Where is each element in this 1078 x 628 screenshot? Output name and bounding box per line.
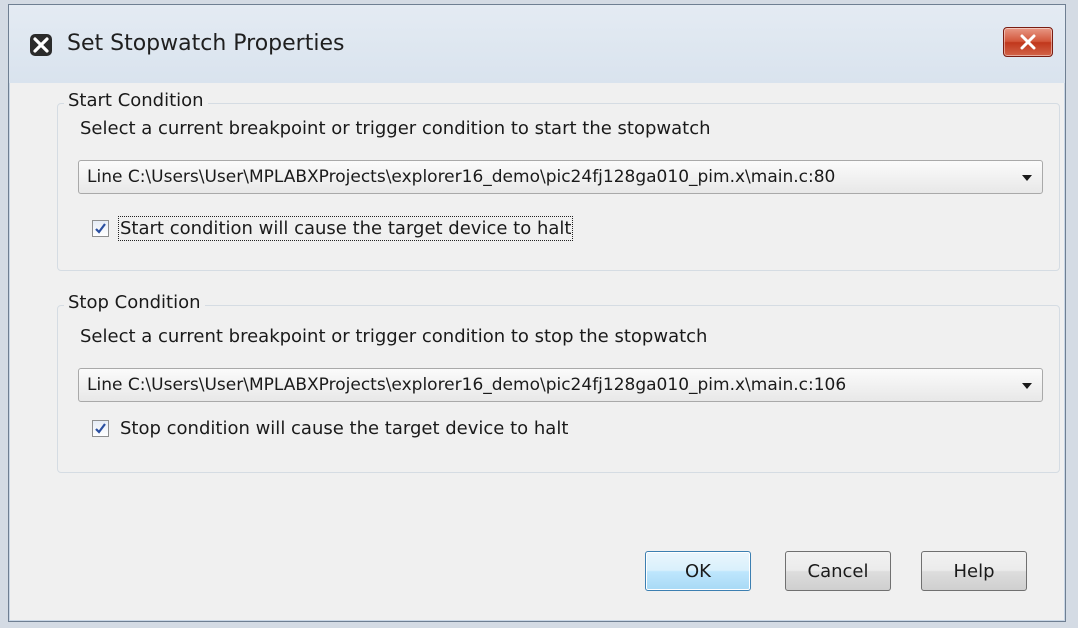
close-icon [1020,34,1036,50]
dialog-content: Start Condition Select a current breakpo… [17,83,1060,613]
stop-condition-description: Select a current breakpoint or trigger c… [80,326,708,347]
stop-condition-dropdown[interactable]: Line C:\Users\User\MPLABXProjects\explor… [78,368,1043,402]
mplab-x-icon [30,34,52,56]
start-condition-title: Start Condition [64,90,208,111]
window-title: Set Stopwatch Properties [67,31,345,56]
start-condition-group: Start Condition Select a current breakpo… [57,90,1060,271]
start-condition-description: Select a current breakpoint or trigger c… [80,118,711,139]
checkmark-icon [95,423,106,434]
title-bar[interactable]: Set Stopwatch Properties [9,5,1065,83]
start-condition-dropdown[interactable]: Line C:\Users\User\MPLABXProjects\explor… [78,160,1043,194]
stop-halt-label[interactable]: Stop condition will cause the target dev… [120,418,568,439]
stop-halt-checkbox[interactable] [92,420,109,437]
stop-condition-title: Stop Condition [64,292,205,313]
start-halt-checkbox[interactable] [92,220,109,237]
stop-condition-selected: Line C:\Users\User\MPLABXProjects\explor… [87,375,847,395]
dialog-window: Set Stopwatch Properties Start Condition… [8,4,1066,622]
cancel-button[interactable]: Cancel [785,551,891,591]
ok-button[interactable]: OK [645,551,751,591]
help-button[interactable]: Help [921,551,1027,591]
start-halt-label[interactable]: Start condition will cause the target de… [117,216,574,241]
checkmark-icon [95,223,106,234]
chevron-down-icon [1022,175,1032,181]
start-condition-selected: Line C:\Users\User\MPLABXProjects\explor… [87,167,836,187]
stop-condition-group: Stop Condition Select a current breakpoi… [57,292,1060,473]
chevron-down-icon [1022,383,1032,389]
close-button[interactable] [1003,27,1053,57]
